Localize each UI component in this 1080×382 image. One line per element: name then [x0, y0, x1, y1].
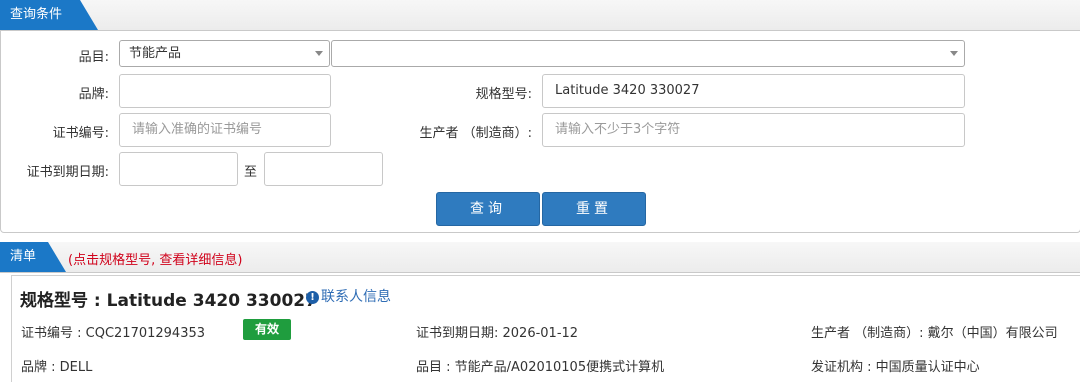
info-icon: !	[306, 291, 319, 304]
search-button[interactable]: 查询	[436, 192, 540, 226]
chevron-down-icon	[315, 51, 323, 56]
expiry-from-input[interactable]	[119, 152, 238, 186]
model-input[interactable]: Latitude 3420 330027	[542, 74, 965, 108]
brand-input[interactable]	[119, 74, 331, 108]
contact-link-label: 联系人信息	[321, 289, 391, 305]
category: 品目 : 节能产品/A02010105便携式计算机	[416, 360, 665, 375]
query-header: 查询条件	[0, 0, 1080, 31]
chevron-down-icon	[950, 51, 958, 56]
category-select-value: 节能产品	[129, 46, 182, 61]
status-badge: 有效	[243, 319, 291, 340]
model-label: 规格型号:	[475, 87, 532, 102]
manufacturer-label: 生产者 （制造商）:	[419, 126, 532, 141]
brand: 品牌 : DELL	[21, 360, 93, 375]
category-select[interactable]: 节能产品	[119, 40, 330, 67]
result-card: 规格型号 : Latitude 3420 330027 ! 联系人信息 证书编号 …	[11, 275, 1080, 382]
expiry-date: 证书到期日期: 2026-01-12	[416, 326, 579, 341]
category-label: 品目:	[78, 50, 109, 65]
manufacturer-input[interactable]: 请输入不少于3个字符	[542, 113, 965, 147]
list-tab: 清单	[0, 242, 66, 272]
cert-no: 证书编号 : CQC21701294353	[21, 326, 206, 341]
result-title[interactable]: 规格型号 : Latitude 3420 330027	[20, 286, 317, 311]
cert-no-label: 证书编号:	[52, 126, 109, 141]
expiry-label: 证书到期日期:	[26, 165, 109, 180]
cert-no-input[interactable]: 请输入准确的证书编号	[119, 113, 331, 147]
query-tab: 查询条件	[0, 0, 98, 30]
subcategory-select[interactable]	[331, 40, 965, 67]
reset-button[interactable]: 重置	[542, 192, 646, 226]
list-note: (点击规格型号, 查看详细信息)	[68, 253, 243, 268]
manufacturer: 生产者 （制造商）: 戴尔（中国）有限公司	[811, 326, 1058, 341]
brand-label: 品牌:	[78, 87, 109, 102]
expiry-to-label: 至	[244, 165, 258, 180]
issuer: 发证机构 : 中国质量认证中心	[811, 360, 980, 375]
expiry-to-input[interactable]	[264, 152, 383, 186]
contact-link[interactable]: ! 联系人信息	[306, 286, 391, 306]
